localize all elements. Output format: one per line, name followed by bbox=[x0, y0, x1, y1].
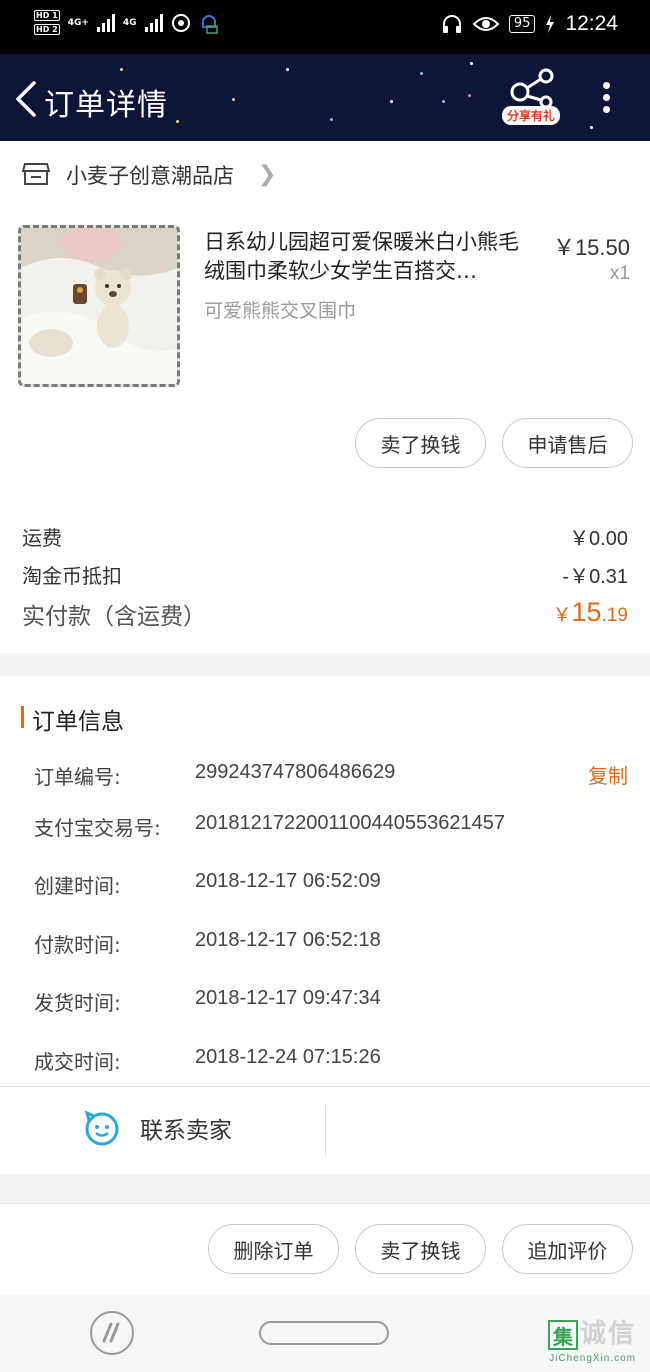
store-icon bbox=[22, 163, 50, 185]
paid-time-value: 2018-12-17 06:52:18 bbox=[195, 929, 381, 951]
battery-icon: 95 bbox=[508, 15, 536, 33]
star-decoration bbox=[286, 68, 289, 71]
page-title: 订单详情 bbox=[44, 88, 168, 123]
watermark-text: 诚信 bbox=[579, 1319, 636, 1349]
watermark-box: 集 bbox=[547, 1320, 578, 1350]
headphone-icon bbox=[442, 15, 461, 33]
watermark-logo: 集 诚信 bbox=[547, 1313, 636, 1350]
star-decoration bbox=[590, 126, 593, 129]
status-right: 95 12:24 bbox=[441, 12, 618, 36]
copy-order-number-button[interactable]: 复制 bbox=[588, 760, 628, 789]
completed-time-value: 2018-12-24 07:15:26 bbox=[195, 1046, 381, 1068]
charging-icon bbox=[546, 15, 555, 33]
hd1-badge: HD 1 bbox=[34, 10, 60, 21]
coin-deduction-value: -￥0.31 bbox=[562, 566, 628, 588]
product-sku: 可爱熊熊交叉围巾 bbox=[204, 300, 357, 322]
hd2-badge: HD 2 bbox=[34, 24, 60, 35]
star-decoration bbox=[176, 120, 179, 123]
add-review-button[interactable]: 追加评价 bbox=[502, 1224, 633, 1274]
star-decoration bbox=[232, 98, 235, 101]
recent-apps-button[interactable] bbox=[90, 1311, 134, 1355]
paid-time-label: 付款时间: bbox=[34, 933, 121, 957]
share-gift-badge: 分享有礼 bbox=[502, 106, 561, 125]
home-gesture-button[interactable] bbox=[259, 1321, 389, 1345]
total-currency-symbol: ￥ bbox=[552, 605, 572, 626]
total-integer: 15 bbox=[571, 597, 602, 627]
back-icon[interactable] bbox=[12, 80, 40, 118]
network-type-2: 4G bbox=[122, 17, 137, 28]
product-title[interactable]: 日系幼儿园超可爱保暖米白小熊毛绒围巾柔软少女学生百搭交… bbox=[204, 228, 534, 286]
delete-order-button[interactable]: 删除订单 bbox=[208, 1224, 339, 1274]
star-decoration bbox=[420, 72, 423, 75]
star-decoration bbox=[330, 118, 333, 121]
shipping-label: 运费 bbox=[22, 526, 62, 550]
more-menu-icon[interactable] bbox=[600, 82, 612, 116]
created-time-value: 2018-12-17 06:52:09 bbox=[195, 870, 381, 892]
created-time-label: 创建时间: bbox=[34, 874, 121, 898]
completed-time-label: 成交时间: bbox=[34, 1050, 121, 1074]
bear-scarf-image bbox=[21, 228, 177, 384]
total-paid-label: 实付款（含运费） bbox=[22, 604, 206, 630]
product-quantity: x1 bbox=[609, 263, 630, 284]
share-icon bbox=[510, 68, 554, 109]
product-thumbnail[interactable] bbox=[18, 225, 180, 387]
star-decoration bbox=[120, 68, 123, 71]
divider bbox=[0, 1086, 650, 1087]
product-price: ￥15.50 bbox=[552, 235, 630, 260]
alipay-trade-no-value: 2018121722001100440553621457 bbox=[195, 812, 505, 834]
shop-name-link[interactable]: 小麦子创意潮品店 bbox=[66, 160, 234, 190]
star-decoration bbox=[468, 94, 471, 97]
total-decimal: .19 bbox=[601, 605, 628, 626]
coin-deduction-label: 淘金币抵扣 bbox=[22, 564, 122, 588]
star-decoration bbox=[390, 100, 393, 103]
star-decoration bbox=[442, 100, 445, 103]
system-nav-bar: 集 诚信 JiChengXin.com bbox=[0, 1295, 650, 1372]
shipped-time-label: 发货时间: bbox=[34, 991, 121, 1015]
status-left: HD 1 HD 2 4G+ 4G bbox=[34, 10, 219, 35]
recent-apps-icon bbox=[102, 1322, 120, 1343]
star-decoration bbox=[470, 62, 473, 65]
watermark-url: JiChengXin.com bbox=[549, 1353, 636, 1364]
signal-icon-2 bbox=[144, 13, 163, 32]
shipped-time-value: 2018-12-17 09:47:34 bbox=[195, 987, 381, 1009]
alipay-trade-no-label: 支付宝交易号: bbox=[34, 816, 161, 840]
hd-indicators: HD 1 HD 2 bbox=[34, 10, 60, 35]
order-number-label: 订单编号: bbox=[34, 765, 121, 789]
vertical-divider bbox=[325, 1105, 326, 1157]
chat-face-icon bbox=[84, 1110, 119, 1146]
section-accent-bar bbox=[21, 706, 24, 728]
app-notification-icon bbox=[201, 14, 218, 34]
signal-icon-1 bbox=[96, 13, 115, 32]
order-info-card bbox=[0, 676, 650, 1174]
eye-comfort-icon bbox=[472, 17, 499, 31]
order-info-title: 订单信息 bbox=[32, 709, 124, 735]
shipping-value: ￥0.00 bbox=[569, 528, 628, 550]
order-number-value: 299243747806486629 bbox=[195, 761, 396, 783]
clock: 12:24 bbox=[565, 12, 618, 35]
page-header: 订单详情 分享有礼 bbox=[0, 54, 650, 141]
network-type-1: 4G+ bbox=[67, 17, 89, 28]
total-paid-value: ￥15.19 bbox=[553, 597, 628, 628]
chevron-right-icon[interactable]: ❯ bbox=[258, 162, 276, 187]
hotspot-icon bbox=[171, 13, 190, 32]
contact-seller-button[interactable]: 联系卖家 bbox=[84, 1110, 232, 1146]
status-bar: HD 1 HD 2 4G+ 4G 95 12:24 bbox=[0, 0, 650, 54]
contact-seller-label: 联系卖家 bbox=[140, 1118, 232, 1144]
sell-for-cash-bottom-button[interactable]: 卖了换钱 bbox=[355, 1224, 486, 1274]
sell-for-cash-button[interactable]: 卖了换钱 bbox=[355, 418, 486, 468]
apply-after-sale-button[interactable]: 申请售后 bbox=[502, 418, 633, 468]
share-button[interactable]: 分享有礼 bbox=[500, 68, 564, 130]
